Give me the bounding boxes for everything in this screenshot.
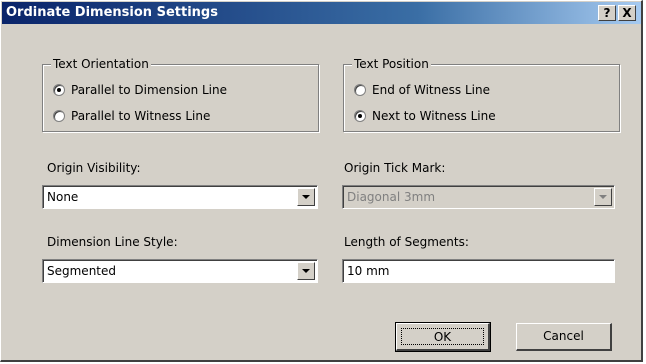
text-orientation-legend: Text Orientation xyxy=(51,57,151,71)
origin-visibility-dropdown[interactable]: None xyxy=(42,185,318,209)
length-of-segments-input[interactable]: 10 mm xyxy=(342,259,615,283)
origin-visibility-value: None xyxy=(47,190,79,204)
title-bar[interactable]: Ordinate Dimension Settings ? X xyxy=(2,2,641,24)
close-button[interactable]: X xyxy=(618,5,636,21)
help-icon: ? xyxy=(603,6,611,20)
length-of-segments-value: 10 mm xyxy=(347,264,390,278)
help-button[interactable]: ? xyxy=(598,5,616,21)
dimension-line-style-dropdown[interactable]: Segmented xyxy=(42,259,318,283)
radio-button[interactable] xyxy=(53,110,65,122)
close-icon: X xyxy=(622,6,632,20)
length-of-segments-label: Length of Segments: xyxy=(344,235,469,249)
radio-label: Parallel to Dimension Line xyxy=(71,83,228,97)
cancel-button[interactable]: Cancel xyxy=(516,323,612,351)
radio-label: End of Witness Line xyxy=(372,83,490,97)
chevron-down-icon[interactable] xyxy=(297,262,315,280)
origin-tick-mark-dropdown: Diagonal 3mm xyxy=(342,185,615,209)
chevron-down-icon[interactable] xyxy=(297,188,315,206)
dialog-window: Ordinate Dimension Settings ? X Text Ori… xyxy=(0,0,643,362)
text-orientation-group: Text Orientation Parallel to Dimension L… xyxy=(42,57,319,132)
text-position-group: Text Position End of Witness Line Next t… xyxy=(343,57,620,132)
ok-button[interactable]: OK xyxy=(395,322,491,352)
radio-button-checked[interactable] xyxy=(53,84,65,96)
origin-tick-mark-label: Origin Tick Mark: xyxy=(344,161,446,175)
radio-button[interactable] xyxy=(354,84,366,96)
radio-label: Next to Witness Line xyxy=(372,109,496,123)
cancel-button-label: Cancel xyxy=(543,329,584,343)
ok-button-label: OK xyxy=(401,328,484,345)
dimension-line-style-value: Segmented xyxy=(47,264,116,278)
origin-visibility-label: Origin Visibility: xyxy=(47,161,141,175)
radio-label: Parallel to Witness Line xyxy=(71,109,211,123)
chevron-down-icon xyxy=(594,188,612,206)
text-position-legend: Text Position xyxy=(352,57,431,71)
window-title: Ordinate Dimension Settings xyxy=(6,5,218,20)
dimension-line-style-label: Dimension Line Style: xyxy=(47,235,178,249)
origin-tick-mark-value: Diagonal 3mm xyxy=(347,190,436,204)
radio-button-checked[interactable] xyxy=(354,110,366,122)
